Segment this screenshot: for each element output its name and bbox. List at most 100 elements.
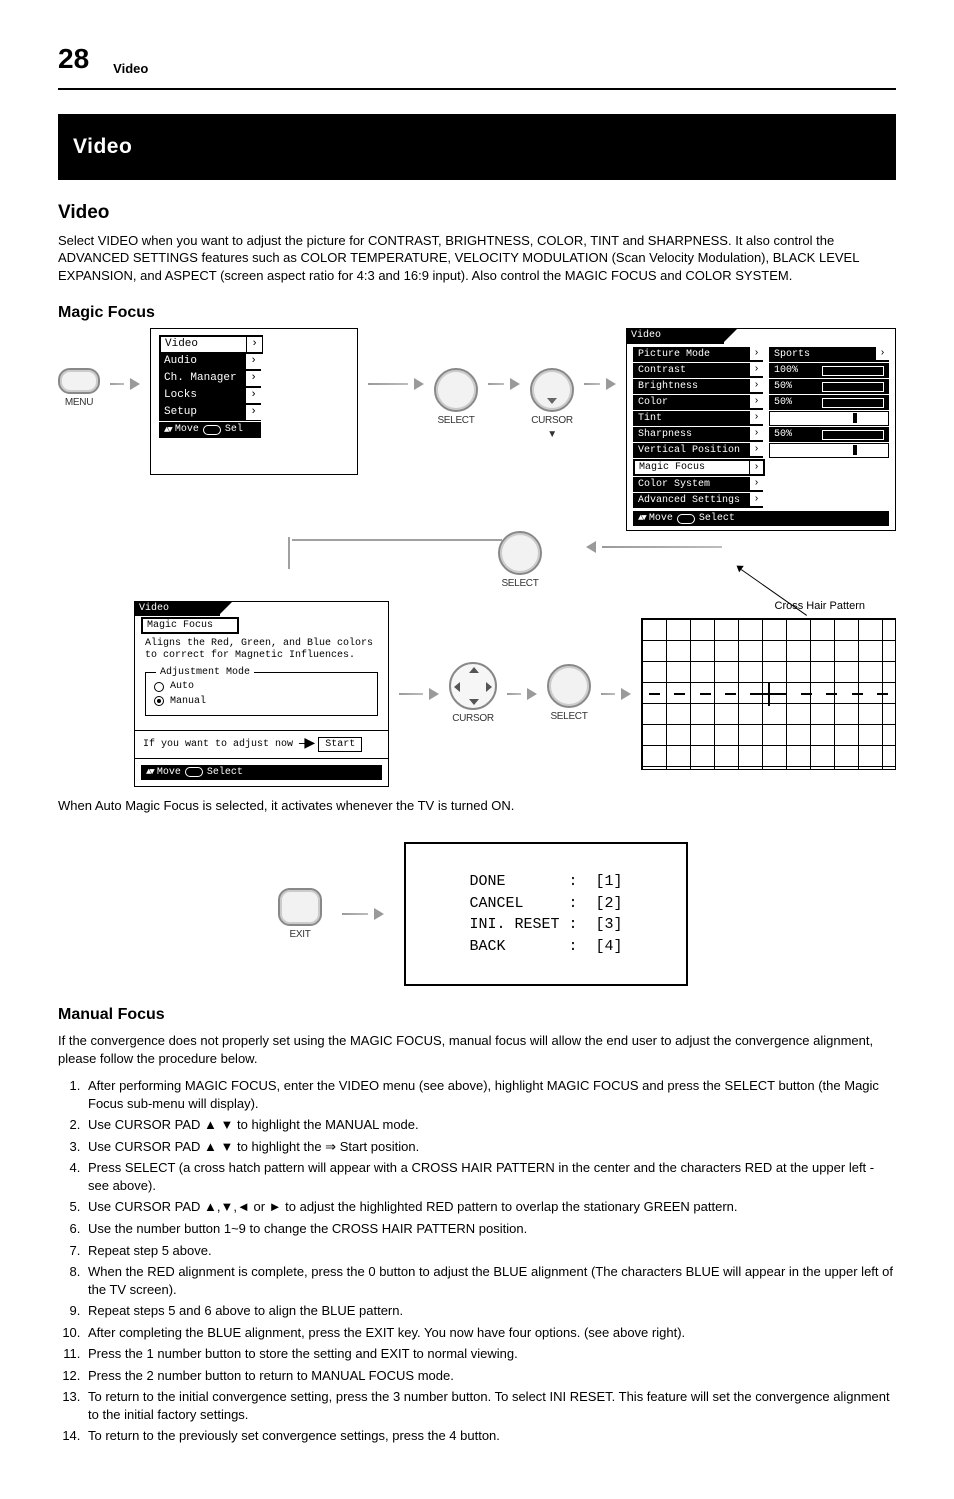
vm-contrast-value: 100%	[769, 363, 889, 378]
list-item: After performing MAGIC FOCUS, enter the …	[84, 1077, 896, 1112]
arrow-right-icon	[584, 378, 616, 390]
select-button[interactable]: SELECT	[547, 664, 591, 724]
arrow-right-icon	[488, 378, 520, 390]
select-button[interactable]: SELECT	[434, 368, 478, 428]
capsule-icon	[185, 767, 203, 777]
chevron-right-icon: ›	[749, 460, 764, 475]
menu-item-video[interactable]: Video ›	[159, 335, 263, 354]
dpad-icon	[449, 662, 497, 710]
manual-intro-para: If the convergence does not properly set…	[58, 1032, 896, 1067]
chevron-right-icon: ›	[749, 411, 763, 424]
select-button[interactable]: SELECT	[498, 531, 542, 591]
flow-row-top: MENU Video› Audio› Ch. Manager› Locks› S…	[58, 328, 896, 531]
menu-button-label: MENU	[65, 396, 93, 410]
up-down-icon: ▲▼	[164, 424, 171, 436]
crosshatch-pattern: Cross Hair Pattern	[641, 618, 896, 770]
mf-start-text: If you want to adjust now	[143, 738, 293, 752]
menu-item-ch-manager[interactable]: Ch. Manager›	[159, 370, 261, 387]
list-item: Press SELECT (a cross hatch pattern will…	[84, 1159, 896, 1194]
capsule-icon	[203, 425, 221, 435]
vm-picture-mode-value: Sports›	[769, 347, 889, 362]
menu-item-locks[interactable]: Locks›	[159, 387, 261, 404]
page: 28 Video Video Video Select VIDEO when y…	[0, 0, 954, 1499]
vm-magic-focus[interactable]: Magic Focus›	[633, 459, 765, 476]
chevron-right-icon: ›	[749, 363, 763, 376]
osd-help-bar: ▲▼Move Select	[633, 511, 889, 526]
arrow-left-icon	[586, 541, 722, 553]
vm-color-system[interactable]: Color System›	[633, 477, 763, 492]
arrow-right-icon	[342, 908, 384, 920]
radio-manual[interactable]: Manual	[154, 695, 369, 709]
cursor-down-icon	[530, 368, 574, 412]
vm-brightness-value: 50%	[769, 379, 889, 394]
cursor-down-button[interactable]: CURSOR ▼	[530, 368, 574, 441]
list-item: Press the 1 number button to store the s…	[84, 1345, 896, 1363]
select-icon	[434, 368, 478, 412]
select-button-label: SELECT	[437, 414, 474, 428]
chevron-right-icon: ›	[875, 347, 889, 360]
vm-advanced-settings[interactable]: Advanced Settings›	[633, 493, 763, 508]
menu-item-label: Video	[165, 338, 198, 350]
vm-brightness[interactable]: Brightness›	[633, 379, 763, 394]
vm-color-value: 50%	[769, 395, 889, 410]
section-heading-magic-focus: Magic Focus	[58, 302, 896, 324]
radio-auto[interactable]: Auto	[154, 680, 369, 694]
menu-button[interactable]: MENU	[58, 368, 100, 410]
radio-label: Manual	[170, 695, 206, 709]
osd-help-bar: ▲▼Move Sel	[159, 422, 261, 438]
chevron-right-icon: ›	[245, 404, 261, 421]
select-icon	[547, 664, 591, 708]
adjustment-mode-group: Adjustment Mode Auto Manual	[145, 672, 378, 716]
arrow-right-icon	[110, 378, 140, 390]
chevron-right-icon: ›	[749, 443, 763, 456]
chevron-right-icon: ›	[246, 336, 262, 353]
vm-picture-mode[interactable]: Picture Mode›	[633, 347, 763, 362]
radio-icon	[154, 682, 164, 692]
menu-item-setup[interactable]: Setup›	[159, 404, 261, 421]
osd-main-menu: Video› Audio› Ch. Manager› Locks› Setup›…	[150, 328, 358, 475]
final-menu-row: EXIT DONE : [1] CANCEL : [2] INI. RESET …	[278, 842, 896, 986]
magic-focus-card: Video Magic Focus Aligns the Red, Green,…	[134, 601, 389, 787]
mf-start-row: If you want to adjust now —▶ Start	[135, 730, 388, 759]
vm-sharpness[interactable]: Sharpness›	[633, 427, 763, 442]
steps-list: After performing MAGIC FOCUS, enter the …	[58, 1077, 896, 1445]
arrow-right-icon	[368, 378, 424, 390]
select-icon	[498, 531, 542, 575]
tab-corner-icon	[723, 329, 737, 343]
vm-contrast[interactable]: Contrast›	[633, 363, 763, 378]
vm-tint[interactable]: Tint›	[633, 411, 763, 426]
mf-tab-magic-focus: Magic Focus	[141, 617, 239, 634]
mf-tab-video: Video	[134, 601, 220, 616]
list-item: Press the 2 number button to return to M…	[84, 1367, 896, 1385]
chevron-right-icon: ›	[749, 395, 763, 408]
up-down-icon: ▲▼	[146, 766, 153, 778]
final-options-text: DONE : [1] CANCEL : [2] INI. RESET : [3]…	[469, 871, 622, 958]
menu-item-audio[interactable]: Audio›	[159, 353, 261, 370]
start-button[interactable]: Start	[318, 737, 362, 753]
tab-corner-icon	[219, 602, 232, 615]
cursor-pad-label: CURSOR	[452, 712, 494, 726]
exit-button[interactable]: EXIT	[278, 888, 322, 942]
osd-video-menu: Video Picture Mode› Sports› Contrast› 100%…	[626, 328, 896, 531]
chevron-right-icon: ›	[749, 379, 763, 392]
menu-item-label: Audio	[164, 355, 197, 367]
video-tab: Video	[626, 328, 724, 344]
final-options-box: DONE : [1] CANCEL : [2] INI. RESET : [3]…	[404, 842, 688, 986]
cursor-pad-button[interactable]: CURSOR	[449, 662, 497, 726]
section-heading-manual-focus: Manual Focus	[58, 1004, 896, 1026]
list-item: Repeat steps 5 and 6 above to align the …	[84, 1302, 896, 1320]
page-header: 28 Video	[58, 40, 896, 78]
section-bar: Video	[58, 114, 896, 180]
chevron-right-icon: ›	[749, 493, 763, 506]
section-bar-title: Video	[73, 133, 881, 161]
vm-vertical-position[interactable]: Vertical Position›	[633, 443, 763, 458]
arrow-right-icon	[399, 688, 439, 700]
vm-tint-value	[769, 411, 889, 426]
vm-color[interactable]: Color›	[633, 395, 763, 410]
list-item: Use CURSOR PAD ▲ ▼ to highlight the MANU…	[84, 1116, 896, 1134]
chevron-right-icon: ›	[245, 387, 261, 404]
list-item: Repeat step 5 above.	[84, 1242, 896, 1260]
osd-help-bar: ▲▼Move Select	[141, 765, 382, 780]
auto-hint-para: When Auto Magic Focus is selected, it ac…	[58, 797, 896, 815]
chevron-right-icon: ›	[749, 427, 763, 440]
